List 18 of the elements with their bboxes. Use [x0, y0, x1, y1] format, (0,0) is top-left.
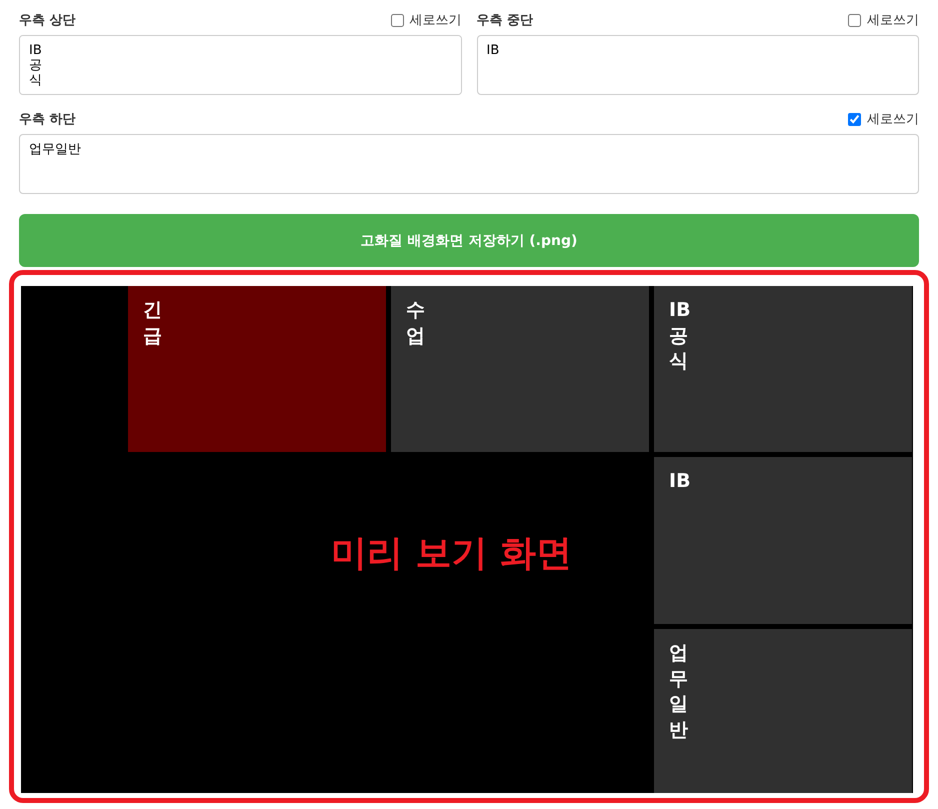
text-input-field[interactable]: 업무일반	[19, 134, 919, 194]
tile-label: 수 업	[406, 298, 426, 349]
vertical-checkbox[interactable]	[390, 14, 404, 26]
tile-label: IB 공 식	[669, 298, 692, 374]
text-input-field[interactable]: IB	[476, 35, 919, 95]
field-label: 우측 중단	[476, 12, 534, 29]
vertical-checkbox[interactable]	[848, 14, 861, 26]
tile-label: 긴 급	[143, 298, 163, 349]
tile-label: IB	[669, 469, 692, 494]
preview-caption: 미리 보기 화면	[331, 532, 572, 576]
vertical-checkbox[interactable]	[848, 112, 861, 126]
checkbox-label: 세로쓰기	[867, 12, 919, 29]
field-label: 우측 하단	[19, 111, 76, 128]
text-input-field[interactable]: IB 공 식	[19, 35, 462, 95]
field-label: 우측 상단	[19, 12, 76, 29]
tile-label: 업무일반	[669, 641, 688, 743]
checkbox-label: 세로쓰기	[867, 111, 919, 128]
checkbox-label: 세로쓰기	[410, 12, 462, 29]
